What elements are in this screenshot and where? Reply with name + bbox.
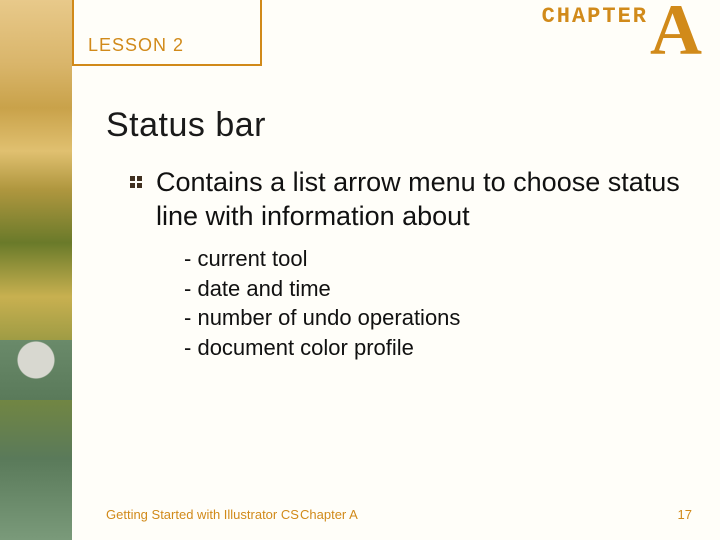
footer-page-number: 17: [678, 507, 692, 522]
sublist: - current tool - date and time - number …: [184, 244, 460, 363]
square-bullet-icon: [130, 176, 142, 188]
slide-title: Status bar: [106, 106, 266, 145]
footer-left: Getting Started with Illustrator CS: [106, 507, 299, 522]
sub-item: - document color profile: [184, 333, 460, 363]
sub-item-text: document color profile: [197, 335, 413, 360]
decorative-left-strip: [0, 0, 72, 540]
sub-item-text: current tool: [197, 246, 307, 271]
sub-item: - number of undo operations: [184, 303, 460, 333]
bullet-text: Contains a list arrow menu to choose sta…: [156, 166, 690, 234]
chapter-word: CHAPTER: [542, 4, 648, 29]
sub-item-text: date and time: [197, 276, 330, 301]
sub-item: - current tool: [184, 244, 460, 274]
chapter-letter: A: [650, 0, 702, 66]
footer-center: Chapter A: [300, 507, 358, 522]
footer: Getting Started with Illustrator CS Chap…: [0, 507, 720, 540]
lesson-box: LESSON 2: [72, 0, 262, 66]
lesson-label: LESSON 2: [88, 35, 184, 56]
sub-item-text: number of undo operations: [197, 305, 460, 330]
bullet-item: Contains a list arrow menu to choose sta…: [130, 166, 690, 234]
sub-item: - date and time: [184, 274, 460, 304]
